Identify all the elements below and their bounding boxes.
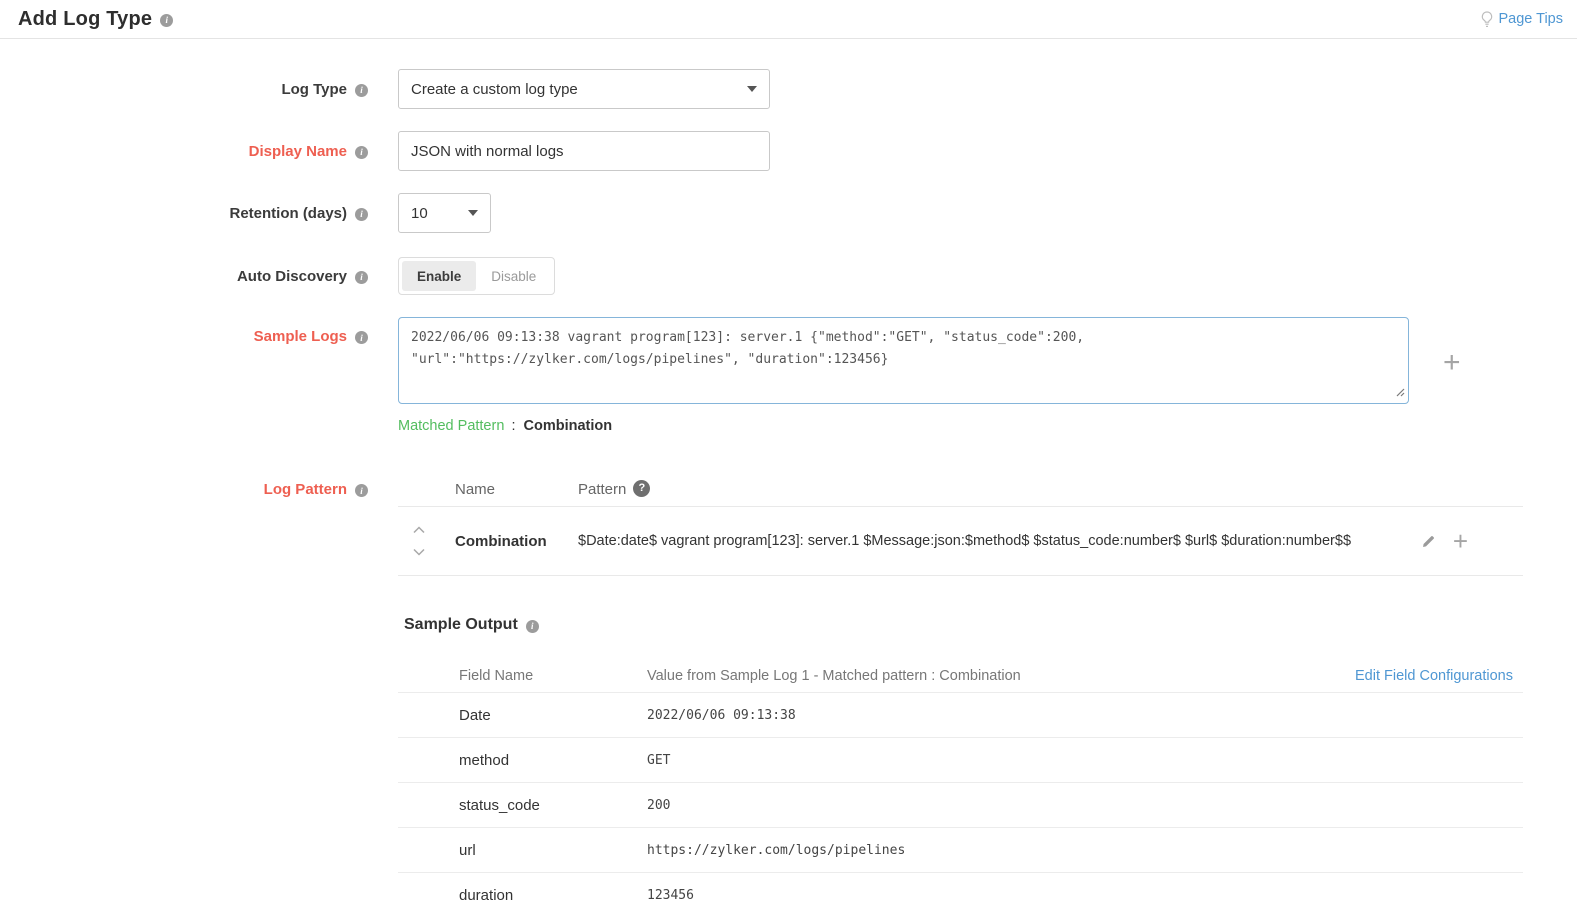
- log-pattern-label: Log Pattern i: [0, 478, 368, 498]
- log-type-row: Log Type i Create a custom log type: [0, 69, 1577, 109]
- sample-output-table: Field Name Value from Sample Log 1 - Mat…: [398, 660, 1523, 917]
- auto-discovery-enable-button[interactable]: Enable: [402, 261, 476, 291]
- log-pattern-table-header: Name Pattern ?: [398, 478, 1523, 506]
- retention-select[interactable]: 10: [398, 193, 491, 233]
- page-tips-label: Page Tips: [1499, 11, 1564, 27]
- table-row: duration 123456: [398, 872, 1523, 917]
- auto-discovery-label: Auto Discovery i: [0, 268, 368, 285]
- info-icon[interactable]: i: [355, 331, 368, 344]
- field-name-cell: duration: [398, 887, 647, 904]
- auto-discovery-toggle: Enable Disable: [398, 257, 555, 295]
- log-type-selected-value: Create a custom log type: [411, 81, 578, 98]
- matched-pattern-line: Matched Pattern : Combination: [398, 418, 1461, 434]
- retention-label: Retention (days) i: [0, 205, 368, 222]
- sample-logs-row: Sample Logs i 2022/06/06 09:13:38 vagran…: [0, 317, 1577, 434]
- field-name-cell: url: [398, 842, 647, 859]
- info-icon[interactable]: i: [355, 271, 368, 284]
- auto-discovery-row: Auto Discovery i Enable Disable: [0, 257, 1577, 295]
- retention-row: Retention (days) i 10: [0, 193, 1577, 233]
- info-icon[interactable]: i: [355, 484, 368, 497]
- field-name-cell: method: [398, 752, 647, 769]
- add-log-type-form: Log Type i Create a custom log type Disp…: [0, 39, 1577, 917]
- info-icon[interactable]: i: [526, 620, 539, 633]
- page-title: Add Log Type: [18, 8, 152, 31]
- info-icon[interactable]: i: [160, 14, 173, 27]
- display-name-row: Display Name i: [0, 131, 1577, 171]
- field-value-cell: https://zylker.com/logs/pipelines: [647, 843, 1523, 858]
- field-value-cell: 200: [647, 798, 1523, 813]
- retention-selected-value: 10: [411, 205, 428, 222]
- info-icon[interactable]: i: [355, 84, 368, 97]
- value-column-header: Value from Sample Log 1 - Matched patter…: [647, 668, 1355, 684]
- chevron-down-icon: [747, 86, 757, 92]
- log-pattern-table-row: Combination $Date:date$ vagrant program[…: [398, 506, 1523, 576]
- field-value-cell: 2022/06/06 09:13:38: [647, 708, 1523, 723]
- table-row: method GET: [398, 737, 1523, 782]
- table-row: Date 2022/06/06 09:13:38: [398, 692, 1523, 737]
- info-icon[interactable]: i: [355, 208, 368, 221]
- field-name-cell: Date: [398, 707, 647, 724]
- page-header: Add Log Type i Page Tips: [0, 0, 1577, 39]
- sample-logs-label: Sample Logs i: [0, 317, 368, 345]
- auto-discovery-disable-button[interactable]: Disable: [476, 261, 551, 291]
- log-type-select[interactable]: Create a custom log type: [398, 69, 770, 109]
- pattern-column-header: Pattern ?: [578, 481, 650, 498]
- add-sample-log-button[interactable]: +: [1443, 348, 1461, 378]
- pattern-name-cell: Combination: [455, 533, 578, 550]
- field-value-cell: 123456: [647, 888, 1523, 903]
- display-name-input[interactable]: [398, 131, 770, 171]
- sample-logs-textarea[interactable]: 2022/06/06 09:13:38 vagrant program[123]…: [398, 317, 1409, 404]
- pattern-value-cell: $Date:date$ vagrant program[123]: server…: [578, 533, 1421, 549]
- reorder-controls: [398, 526, 455, 556]
- matched-pattern-label: Matched Pattern: [398, 418, 504, 434]
- table-row: status_code 200: [398, 782, 1523, 827]
- sample-output-title: Sample Output i: [404, 616, 1523, 634]
- field-value-cell: GET: [647, 753, 1523, 768]
- add-pattern-button[interactable]: +: [1453, 528, 1468, 554]
- edit-pattern-pencil-icon[interactable]: [1421, 534, 1436, 549]
- table-row: url https://zylker.com/logs/pipelines: [398, 827, 1523, 872]
- matched-pattern-value: Combination: [524, 418, 613, 434]
- edit-field-configurations-link[interactable]: Edit Field Configurations: [1355, 668, 1523, 684]
- display-name-label: Display Name i: [0, 143, 368, 160]
- chevron-up-icon[interactable]: [412, 526, 426, 534]
- lightbulb-icon: [1480, 11, 1494, 28]
- log-type-label: Log Type i: [0, 81, 368, 98]
- log-pattern-table: Name Pattern ? Combination $Date:date$ v…: [398, 478, 1523, 576]
- chevron-down-icon: [468, 210, 478, 216]
- chevron-down-icon[interactable]: [412, 548, 426, 556]
- log-pattern-row: Log Pattern i Name Pattern ? Combina: [0, 478, 1577, 576]
- field-name-cell: status_code: [398, 797, 647, 814]
- pattern-row-actions: +: [1421, 528, 1523, 554]
- field-name-column-header: Field Name: [398, 668, 647, 684]
- sample-output-table-header: Field Name Value from Sample Log 1 - Mat…: [398, 660, 1523, 692]
- page-tips-link[interactable]: Page Tips: [1480, 11, 1564, 28]
- sample-output-section: Sample Output i Field Name Value from Sa…: [398, 616, 1523, 917]
- pattern-name-column-header: Name: [455, 481, 578, 498]
- info-icon[interactable]: i: [355, 146, 368, 159]
- help-icon[interactable]: ?: [633, 480, 650, 497]
